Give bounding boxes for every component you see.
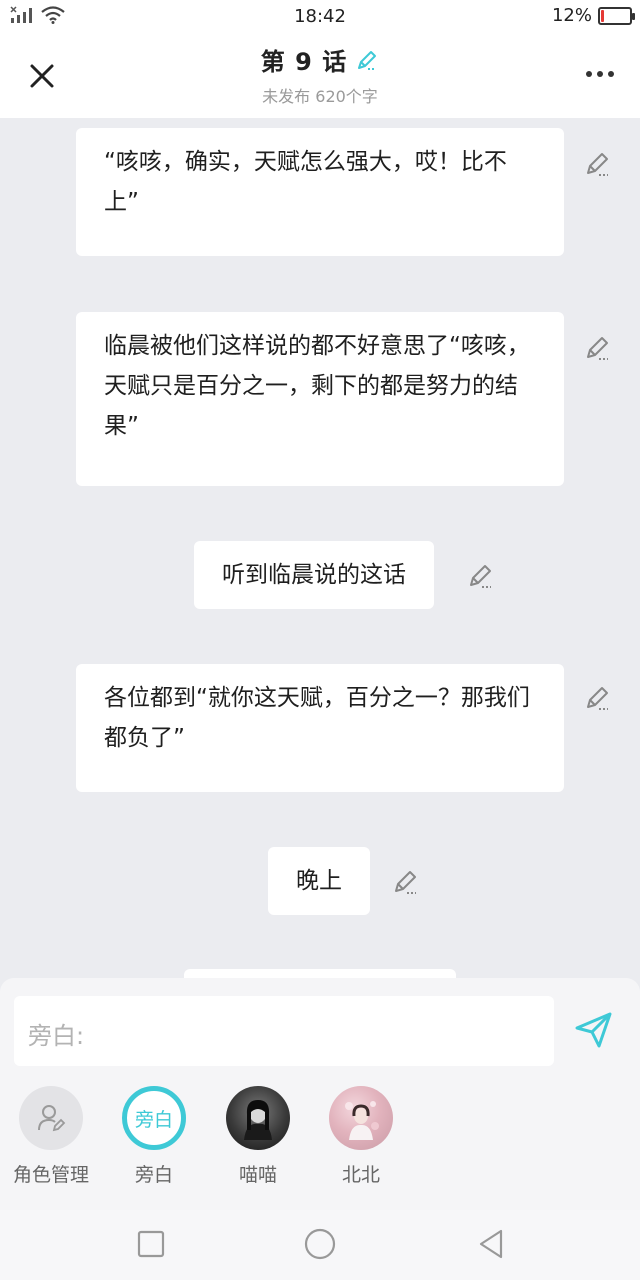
person-flowers-icon	[345, 1101, 379, 1140]
miaomiao-avatar	[226, 1086, 290, 1150]
battery-fill	[601, 9, 604, 22]
role-label: 北北	[341, 1164, 380, 1186]
story-content: “咳咳，确实，天赋怎么强大，哎！比不上” 临晨被他们这样说的都不好意思了“咳咳，…	[0, 118, 640, 978]
battery-percent: 12%	[551, 5, 592, 26]
edit-title-icon[interactable]	[355, 48, 379, 72]
narrator-badge-text: 旁白	[134, 1108, 173, 1131]
back-icon[interactable]	[473, 1226, 509, 1262]
edit-message-icon[interactable]	[584, 684, 612, 712]
narration-bubble[interactable]: 听到临晨说的这话	[194, 541, 434, 609]
send-icon[interactable]	[572, 1008, 616, 1052]
episode-subtitle: 未发布 620个字	[262, 87, 378, 106]
role-label: 旁白	[134, 1164, 173, 1186]
message-text: 晚上	[296, 868, 342, 894]
narration-bubble[interactable]: “咳咳，确实，天赋怎么强大，哎！比不上”	[76, 128, 564, 256]
narrator-avatar: 旁白	[122, 1086, 186, 1150]
status-bar: 18:42 12%	[0, 0, 640, 34]
role-manage-button[interactable]: 角色管理	[1, 1086, 101, 1187]
clock: 18:42	[294, 6, 346, 27]
person-silhouette-icon	[244, 1100, 272, 1140]
narration-bubble[interactable]: 晚上	[268, 847, 370, 915]
role-label: 喵喵	[238, 1164, 277, 1186]
narration-bubble-partial[interactable]	[184, 969, 456, 978]
battery-icon	[598, 6, 635, 25]
beibei-avatar	[329, 1086, 393, 1150]
title-area: 第 9 话 未发布 620个字	[0, 42, 640, 107]
message-input[interactable]: 旁白:	[14, 996, 554, 1066]
edit-message-icon[interactable]	[584, 334, 612, 362]
episode-title: 第 9 话	[260, 48, 348, 76]
role-beibei[interactable]: 北北	[311, 1086, 411, 1187]
episode-header: 第 9 话 未发布 620个字	[0, 34, 640, 118]
role-manage-avatar	[19, 1086, 83, 1150]
narration-bubble[interactable]: 各位都到“就你这天赋，百分之一？那我们都负了”	[76, 664, 564, 792]
role-miaomiao[interactable]: 喵喵	[208, 1086, 308, 1187]
recent-apps-icon[interactable]	[133, 1226, 169, 1262]
battery-status: 12%	[551, 5, 635, 26]
message-text: “咳咳，确实，天赋怎么强大，哎！比不上”	[104, 149, 507, 215]
user-edit-icon	[38, 1105, 66, 1132]
edit-message-icon[interactable]	[392, 868, 420, 896]
system-nav-bar	[0, 1210, 640, 1280]
message-text: 临晨被他们这样说的都不好意思了“咳咳，天赋只是百分之一，剩下的都是努力的结果”	[104, 333, 530, 439]
edit-message-icon[interactable]	[584, 150, 612, 178]
message-text: 各位都到“就你这天赋，百分之一？那我们都负了”	[104, 685, 530, 751]
role-selector: 角色管理 旁白 旁白 喵喵 北北	[0, 1086, 640, 1196]
role-label: 角色管理	[12, 1164, 89, 1186]
more-options-icon[interactable]	[584, 64, 616, 84]
message-text: 听到临晨说的这话	[222, 562, 406, 588]
narration-bubble[interactable]: 临晨被他们这样说的都不好意思了“咳咳，天赋只是百分之一，剩下的都是努力的结果”	[76, 312, 564, 486]
edit-message-icon[interactable]	[467, 562, 495, 590]
composer-panel: 旁白: 角色管理 旁白 旁白 喵喵 北北	[0, 978, 640, 1210]
role-narrator[interactable]: 旁白 旁白	[104, 1086, 204, 1187]
home-icon[interactable]	[302, 1226, 338, 1262]
